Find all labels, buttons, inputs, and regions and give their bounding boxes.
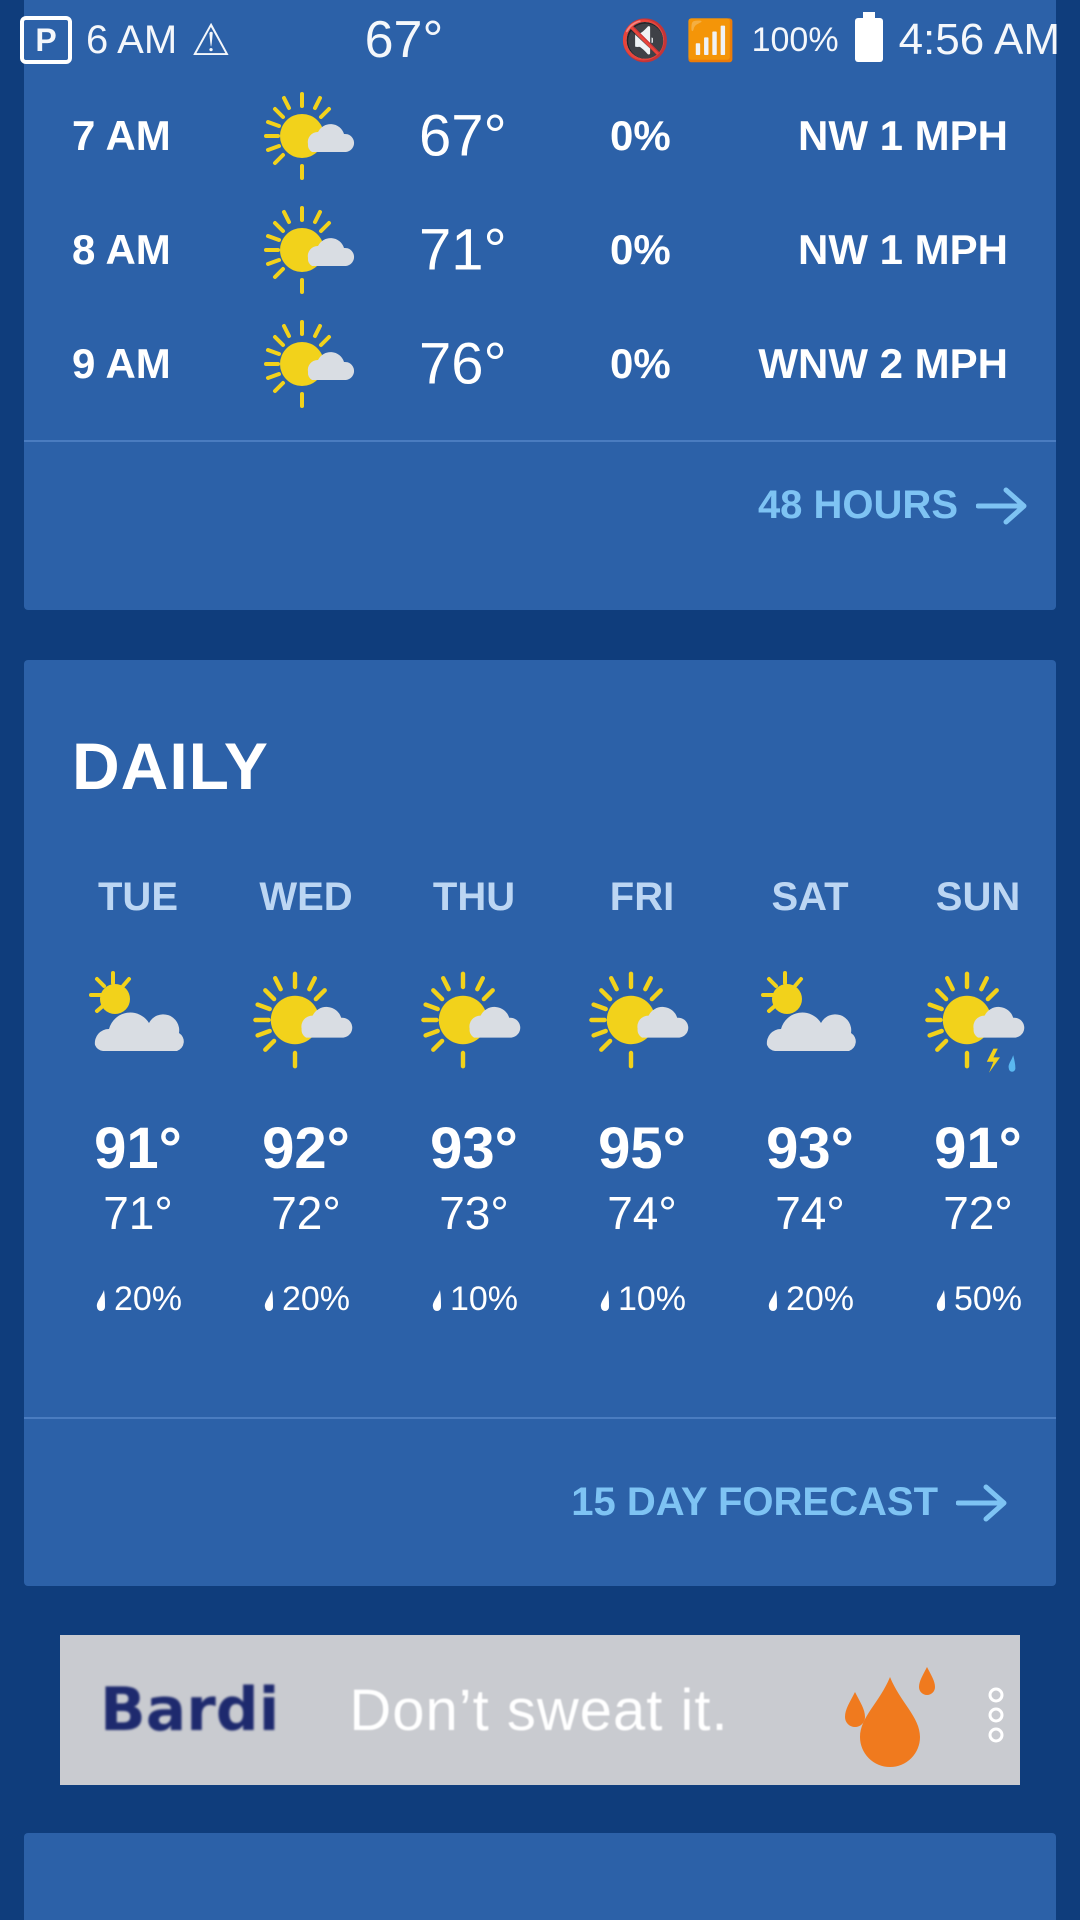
hourly-precip: 0% (610, 112, 671, 159)
status-weather-text: 6 AM (86, 17, 178, 62)
day-precip: 10% (598, 1280, 686, 1319)
raindrop-icon (96, 1289, 105, 1311)
daily-days: TUE 91° 71° 20% WED 92° 72° 20% THU 93° … (54, 875, 1062, 1319)
hourly-precip: 0% (610, 226, 671, 273)
raindrop-icon (600, 1289, 609, 1311)
day-precip: 20% (94, 1280, 182, 1319)
day-column[interactable]: SUN 91° 72° 50% (894, 875, 1062, 1319)
hourly-time: 8 AM (72, 226, 171, 273)
wifi-icon: 📶 (685, 18, 736, 63)
hourly-wind: NW 1 MPH (798, 226, 1008, 273)
raindrop-icon (936, 1289, 945, 1311)
partly-sunny-icon (589, 971, 689, 1069)
water-drops-icon (845, 1667, 935, 1767)
day-name: FRI (609, 875, 675, 919)
day-column[interactable]: SAT 93° 74° 20% (726, 875, 894, 1319)
next-section-card (24, 1833, 1056, 1920)
hourly-row: 9 AM 76° 0% WNW 2 MPH (24, 309, 1056, 419)
day-low-temp: 74° (775, 1187, 845, 1239)
hourly-row: 8 AM 71° 0% NW 1 MPH (24, 195, 1056, 305)
day-high-temp: 92° (262, 1116, 350, 1181)
day-precip-value: 10% (617, 1280, 687, 1318)
hourly-card: 7 AM 67° 0% NW 1 MPH 8 AM 71° 0% NW 1 MP… (24, 0, 1056, 610)
hourly-precip: 0% (610, 340, 671, 387)
arrow-right-icon (976, 487, 1027, 524)
daily-card: DAILY TUE 91° 71° 20% WED 92° 72° 20% TH… (24, 660, 1056, 1586)
day-column[interactable]: THU 93° 73° 10% (390, 875, 558, 1319)
day-high-temp: 93° (766, 1116, 854, 1181)
day-name: SAT (771, 875, 849, 919)
hourly-wind: WNW 2 MPH (758, 340, 1008, 387)
partly-sunny-icon (264, 92, 355, 180)
day-precip: 50% (934, 1280, 1022, 1319)
day-name: SUN (935, 875, 1021, 919)
15-day-forecast-link[interactable]: 15 DAY FORECAST (571, 1480, 1008, 1525)
divider (24, 1417, 1056, 1419)
day-precip: 10% (430, 1280, 518, 1319)
48-hours-label: 48 HOURS (757, 483, 958, 527)
hourly-row: 7 AM 67° 0% NW 1 MPH (24, 81, 1056, 191)
battery-icon (854, 12, 883, 62)
hourly-temp: 71° (419, 217, 507, 283)
status-time: 4:56 AM (898, 15, 1060, 64)
partly-sunny-icon (264, 206, 355, 294)
hourly-temp: 76° (419, 331, 507, 397)
warning-icon: ⚠ (191, 15, 231, 65)
day-column[interactable]: FRI 95° 74° 10% (558, 875, 726, 1319)
day-low-temp: 72° (943, 1187, 1013, 1239)
ad-banner[interactable]: Bardi Don’t sweat it. (60, 1635, 1020, 1785)
ad-tagline: Don’t sweat it. (349, 1677, 729, 1743)
day-low-temp: 71° (103, 1187, 173, 1239)
day-precip-value: 20% (113, 1280, 183, 1318)
more-options-icon[interactable] (986, 1685, 1006, 1745)
day-name: TUE (98, 875, 178, 919)
day-column[interactable]: WED 92° 72° 20% (222, 875, 390, 1319)
day-precip-value: 50% (953, 1280, 1023, 1318)
ad-brand: Bardi (100, 1675, 280, 1745)
day-precip: 20% (766, 1280, 854, 1319)
mostly-cloudy-icon (761, 971, 856, 1051)
notification-p-icon: P (20, 16, 72, 64)
mostly-cloudy-icon (89, 971, 184, 1051)
raindrop-icon (768, 1289, 777, 1311)
day-column[interactable]: TUE 91° 71° 20% (54, 875, 222, 1319)
hourly-time: 7 AM (72, 112, 171, 159)
day-name: THU (432, 875, 516, 919)
battery-percent: 100% (751, 20, 839, 59)
day-low-temp: 72° (271, 1187, 341, 1239)
hourly-wind: NW 1 MPH (798, 112, 1008, 159)
partly-sunny-icon (253, 971, 353, 1069)
daily-title: DAILY (72, 729, 269, 803)
status-temp: 67° (364, 11, 444, 69)
48-hours-link[interactable]: 48 HOURS (758, 483, 1028, 528)
day-precip-value: 10% (449, 1280, 519, 1318)
hourly-temp: 67° (419, 103, 507, 169)
partly-sunny-icon (421, 971, 521, 1069)
day-high-temp: 95° (598, 1116, 686, 1181)
day-low-temp: 74° (607, 1187, 677, 1239)
raindrop-icon (264, 1289, 273, 1311)
day-high-temp: 91° (94, 1116, 182, 1181)
15-day-forecast-label: 15 DAY FORECAST (571, 1480, 938, 1524)
day-high-temp: 91° (934, 1116, 1022, 1181)
divider (24, 440, 1056, 442)
day-precip-value: 20% (785, 1280, 855, 1318)
partly-sunny-icon (264, 320, 355, 408)
thunderstorm-icon (925, 971, 1025, 1073)
day-precip: 20% (262, 1280, 350, 1319)
mute-icon: 🔇 (619, 18, 670, 63)
status-bar: P 6 AM ⚠ 67° 🔇 📶 100% 4:56 AM (0, 0, 1080, 80)
day-precip-value: 20% (281, 1280, 351, 1318)
arrow-right-icon (956, 1484, 1007, 1521)
day-high-temp: 93° (430, 1116, 518, 1181)
hourly-time: 9 AM (72, 340, 171, 387)
day-name: WED (259, 875, 353, 919)
raindrop-icon (432, 1289, 441, 1311)
day-low-temp: 73° (439, 1187, 509, 1239)
